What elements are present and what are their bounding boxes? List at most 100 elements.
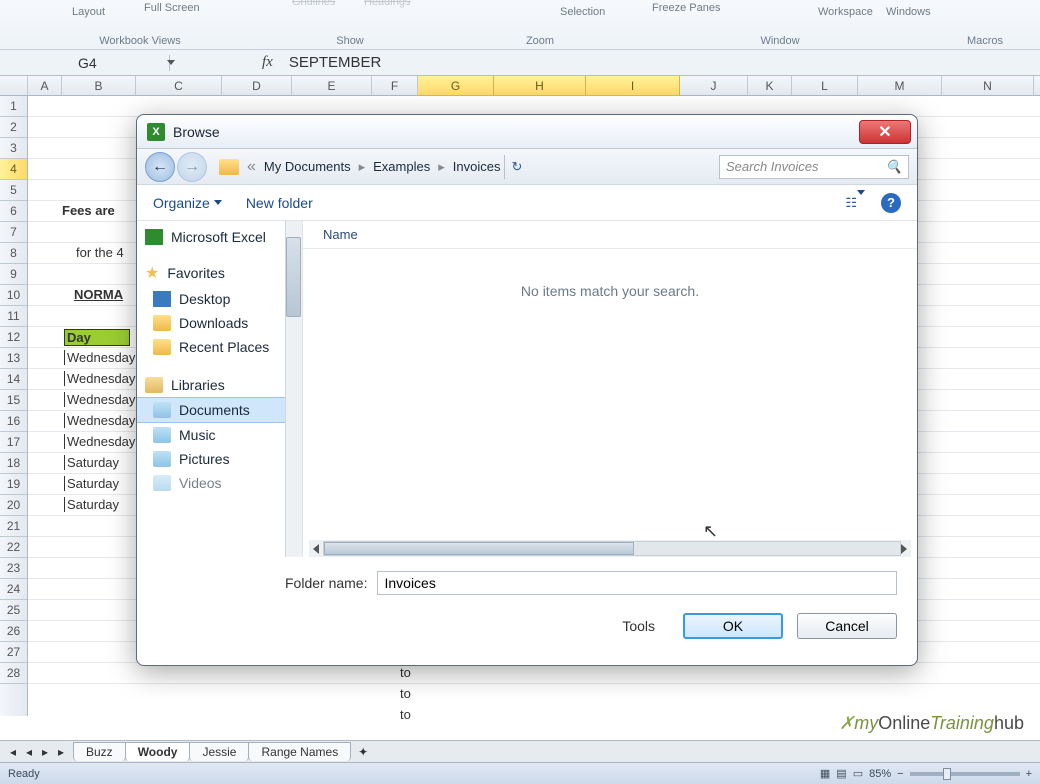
row-header-19[interactable]: 19	[0, 474, 27, 495]
row-header-17[interactable]: 17	[0, 432, 27, 453]
breadcrumb[interactable]: « My Documents▸ Examples▸ Invoices	[219, 158, 500, 176]
select-all-corner[interactable]	[0, 76, 28, 95]
ribbon-fullscreen[interactable]: Full Screen	[144, 2, 200, 14]
sheet-tab-woody[interactable]: Woody	[125, 742, 191, 761]
col-header-D[interactable]: D	[222, 76, 292, 95]
tab-nav[interactable]: ◂◂▸▸	[0, 745, 74, 759]
ribbon-workspace[interactable]: Workspace	[818, 6, 873, 18]
crumb-invoices[interactable]: Invoices	[453, 159, 501, 174]
sidebar-libraries[interactable]: Libraries	[137, 373, 302, 397]
sidebar-favorites[interactable]: ★Favorites	[137, 259, 302, 287]
col-header-H[interactable]: H	[494, 76, 586, 95]
organize-button[interactable]: Organize	[153, 195, 222, 211]
row-header-9[interactable]: 9	[0, 264, 27, 285]
row-header-24[interactable]: 24	[0, 579, 27, 600]
ribbon-headings[interactable]: Headings	[364, 0, 410, 8]
sidebar-item-videos[interactable]: Videos	[137, 471, 302, 495]
col-header-K[interactable]: K	[748, 76, 792, 95]
new-folder-button[interactable]: New folder	[246, 195, 313, 211]
dialog-title-bar[interactable]: X Browse ✕	[137, 115, 917, 149]
tools-dropdown[interactable]: Tools	[622, 618, 661, 634]
row-header-2[interactable]: 2	[0, 117, 27, 138]
row-header-4[interactable]: 4	[0, 159, 27, 180]
forward-button[interactable]: →	[177, 152, 207, 182]
row-header-11[interactable]: 11	[0, 306, 27, 327]
view-layout-icon[interactable]: ▤	[836, 767, 846, 780]
search-input[interactable]: Search Invoices 🔍	[719, 155, 909, 179]
back-button[interactable]: ←	[145, 152, 175, 182]
row-header-15[interactable]: 15	[0, 390, 27, 411]
zoom-slider[interactable]	[910, 772, 1020, 776]
row-header-26[interactable]: 26	[0, 621, 27, 642]
col-header-G[interactable]: G	[418, 76, 494, 95]
row-header-27[interactable]: 27	[0, 642, 27, 663]
ribbon-selection[interactable]: Selection	[560, 6, 605, 18]
ribbon-gridlines[interactable]: Gridlines	[292, 0, 335, 8]
row-header-12[interactable]: 12	[0, 327, 27, 348]
row-header-10[interactable]: 10	[0, 285, 27, 306]
sidebar-item-desktop[interactable]: Desktop	[137, 287, 302, 311]
col-header-C[interactable]: C	[136, 76, 222, 95]
new-sheet-icon[interactable]: ✦	[351, 745, 375, 759]
h-scrollbar[interactable]	[309, 540, 911, 557]
ribbon-windows[interactable]: Windows	[886, 6, 931, 18]
row-header-8[interactable]: 8	[0, 243, 27, 264]
sidebar-item-excel[interactable]: Microsoft Excel	[137, 225, 302, 249]
row-header-13[interactable]: 13	[0, 348, 27, 369]
row-header-28[interactable]: 28	[0, 663, 27, 684]
refresh-icon[interactable]: ↻	[504, 155, 528, 179]
crumb-root[interactable]: My Documents	[264, 159, 351, 174]
crumb-examples[interactable]: Examples	[373, 159, 430, 174]
column-name[interactable]: Name	[323, 227, 358, 242]
col-header-J[interactable]: J	[680, 76, 748, 95]
fx-icon[interactable]: fx	[262, 54, 273, 71]
row-header-1[interactable]: 1	[0, 96, 27, 117]
col-header-N[interactable]: N	[942, 76, 1034, 95]
ok-button[interactable]: OK	[683, 613, 783, 639]
sidebar-item-pictures[interactable]: Pictures	[137, 447, 302, 471]
dialog-file-list[interactable]: Name No items match your search. ↖	[303, 221, 917, 557]
name-box[interactable]: G4	[0, 55, 170, 71]
close-button[interactable]: ✕	[859, 120, 911, 144]
zoom-in-icon[interactable]: +	[1026, 768, 1032, 780]
sidebar-item-recent[interactable]: Recent Places	[137, 335, 302, 359]
col-header-A[interactable]: A	[28, 76, 62, 95]
row-header-21[interactable]: 21	[0, 516, 27, 537]
sheet-tab-range-names[interactable]: Range Names	[248, 742, 351, 761]
row-header-18[interactable]: 18	[0, 453, 27, 474]
row-header-25[interactable]: 25	[0, 600, 27, 621]
ribbon-freeze[interactable]: Freeze Panes	[652, 2, 720, 14]
row-header-14[interactable]: 14	[0, 369, 27, 390]
row-header-7[interactable]: 7	[0, 222, 27, 243]
row-header-22[interactable]: 22	[0, 537, 27, 558]
chevron-down-icon[interactable]	[167, 60, 175, 65]
col-header-I[interactable]: I	[586, 76, 680, 95]
col-header-E[interactable]: E	[292, 76, 372, 95]
col-header-M[interactable]: M	[858, 76, 942, 95]
sidebar-scrollbar[interactable]	[285, 221, 302, 557]
help-icon[interactable]: ?	[881, 193, 901, 213]
view-break-icon[interactable]: ▭	[853, 767, 863, 780]
sidebar-item-downloads[interactable]: Downloads	[137, 311, 302, 335]
zoom-out-icon[interactable]: −	[897, 768, 903, 780]
col-header-B[interactable]: B	[62, 76, 136, 95]
cancel-button[interactable]: Cancel	[797, 613, 897, 639]
sheet-tab-buzz[interactable]: Buzz	[73, 742, 126, 761]
col-header-L[interactable]: L	[792, 76, 858, 95]
sidebar-item-music[interactable]: Music	[137, 423, 302, 447]
view-normal-icon[interactable]: ▦	[820, 767, 830, 780]
sheet-tab-jessie[interactable]: Jessie	[189, 742, 249, 761]
zoom-percent[interactable]: 85%	[869, 768, 891, 780]
sidebar-item-documents[interactable]: Documents	[137, 397, 302, 423]
row-header-6[interactable]: 6	[0, 201, 27, 222]
row-header-23[interactable]: 23	[0, 558, 27, 579]
row-header-5[interactable]: 5	[0, 180, 27, 201]
ribbon-layout[interactable]: Layout	[72, 6, 105, 18]
col-header-F[interactable]: F	[372, 76, 418, 95]
folder-name-input[interactable]	[377, 571, 897, 595]
row-header-20[interactable]: 20	[0, 495, 27, 516]
view-options-icon[interactable]: ☷	[845, 195, 865, 211]
row-header-16[interactable]: 16	[0, 411, 27, 432]
formula-value[interactable]: SEPTEMBER	[289, 54, 382, 71]
row-header-3[interactable]: 3	[0, 138, 27, 159]
